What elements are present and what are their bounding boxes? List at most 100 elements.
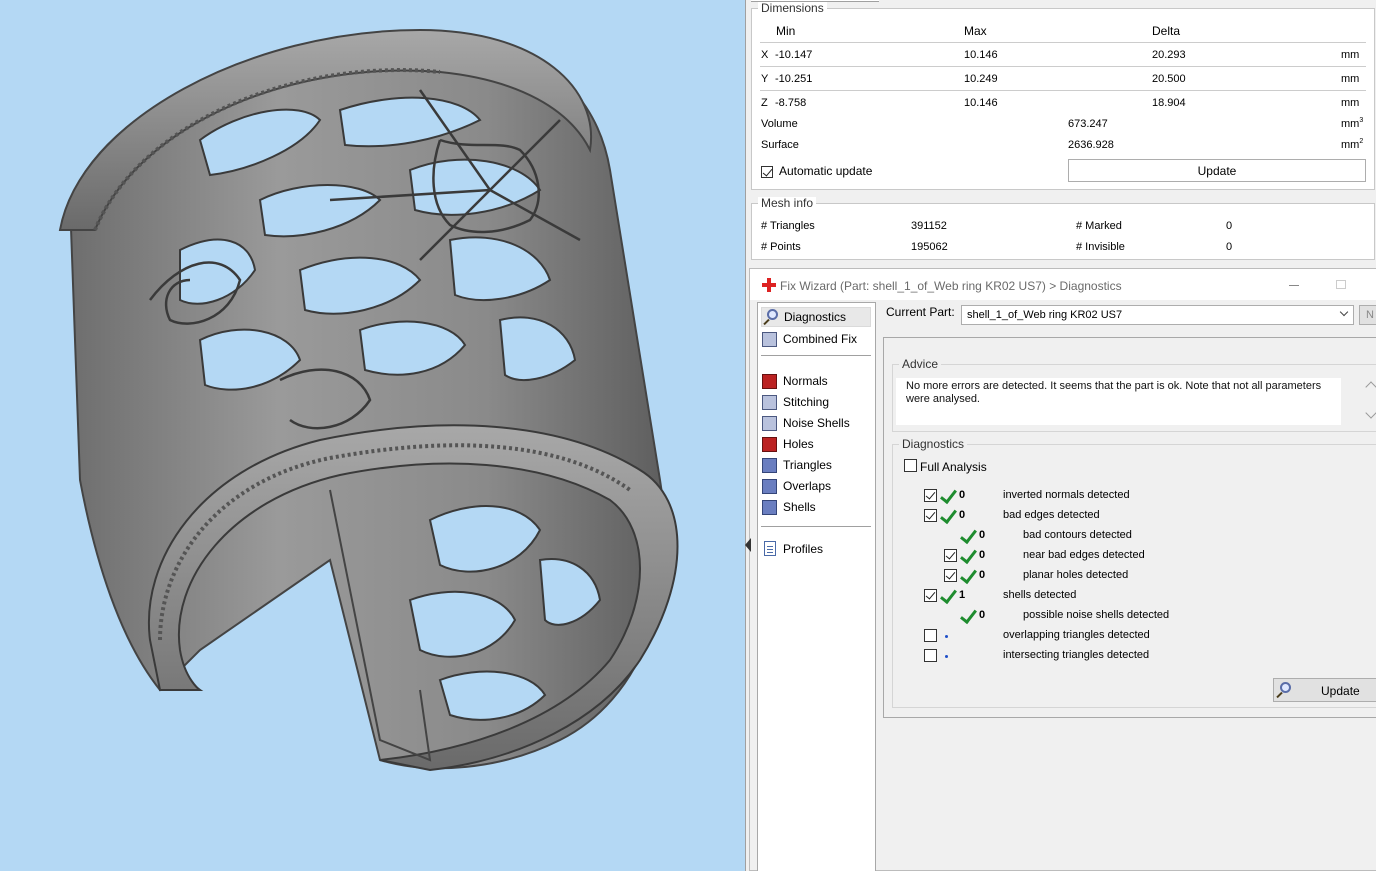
check-ok-icon xyxy=(959,608,977,624)
check-ok-icon xyxy=(939,508,957,524)
diagnostics-title: Diagnostics xyxy=(899,437,968,451)
nav-item-overlaps[interactable]: Overlaps xyxy=(761,476,871,496)
automatic-update-checkbox[interactable] xyxy=(761,166,773,178)
nav-label: Diagnostics xyxy=(784,310,847,324)
nav-item-stitching[interactable]: Stitching xyxy=(761,392,871,412)
points-label: # Points xyxy=(761,241,801,253)
col-max-header: Max xyxy=(964,24,987,38)
near-bad-edges-checkbox[interactable] xyxy=(944,549,957,562)
invisible-value: 0 xyxy=(1226,241,1233,253)
diagnostics-panel: Advice No more errors are detected. It s… xyxy=(883,337,1376,718)
check-ok-icon xyxy=(959,548,977,564)
x-delta-value: 20.293 xyxy=(1152,49,1186,61)
nav-label: Normals xyxy=(783,374,828,388)
triangles-icon xyxy=(761,456,779,474)
dimensions-update-button[interactable]: Update xyxy=(1068,159,1366,182)
pending-dot-icon xyxy=(945,655,948,658)
noise-shells-icon xyxy=(761,414,779,432)
automatic-update-label: Automatic update xyxy=(779,164,873,178)
tab-strip xyxy=(751,0,1376,2)
surface-unit: mm2 xyxy=(1341,138,1364,151)
fix-wizard-titlebar[interactable]: Fix Wizard (Part: shell_1_of_Web ring KR… xyxy=(750,269,1376,300)
volume-label: Volume xyxy=(761,118,798,130)
minimize-button[interactable] xyxy=(1289,285,1299,286)
nav-item-shells[interactable]: Shells xyxy=(761,497,871,517)
planar-holes-checkbox[interactable] xyxy=(944,569,957,582)
nav-divider xyxy=(761,526,871,527)
triangles-value: 391152 xyxy=(911,220,947,232)
shells-checkbox[interactable] xyxy=(924,589,937,602)
check-ok-icon xyxy=(959,568,977,584)
ring-model[interactable] xyxy=(0,0,745,871)
magnifier-icon xyxy=(762,308,780,326)
next-button[interactable]: N xyxy=(1359,305,1376,325)
advice-group: Advice No more errors are detected. It s… xyxy=(892,357,1376,432)
scroll-down-arrow[interactable] xyxy=(1365,407,1376,419)
bad-edges-checkbox[interactable] xyxy=(924,509,937,522)
diagnostics-update-button[interactable]: Update xyxy=(1273,678,1376,702)
magnifier-icon xyxy=(1280,682,1291,693)
nav-label: Combined Fix xyxy=(783,332,858,346)
pending-dot-icon xyxy=(945,635,948,638)
nav-divider xyxy=(761,355,871,356)
mesh-info-group: Mesh info # Triangles 391152 # Marked 0 … xyxy=(751,197,1375,260)
y-min-value: -10.251 xyxy=(775,73,813,85)
check-ok-icon xyxy=(939,488,957,504)
full-analysis-checkbox[interactable] xyxy=(904,459,917,472)
update-label: Update xyxy=(1321,684,1360,698)
wizard-nav: Diagnostics Combined Fix Normals Stitchi… xyxy=(757,302,876,871)
bad-contours-text: bad contours detected xyxy=(1023,529,1132,541)
x-max-value: 10.146 xyxy=(964,49,998,61)
marked-label: # Marked xyxy=(1076,220,1122,232)
z-axis-label: Z xyxy=(761,97,768,109)
intersecting-triangles-checkbox[interactable] xyxy=(924,649,937,662)
holes-icon xyxy=(761,435,779,453)
bad-edges-count: 0 xyxy=(959,509,966,521)
z-max-value: 10.146 xyxy=(964,97,998,109)
current-part-select[interactable]: shell_1_of_Web ring KR02 US7 xyxy=(961,305,1354,325)
overlapping-triangles-checkbox[interactable] xyxy=(924,629,937,642)
col-min-header: Min xyxy=(776,24,796,38)
nav-label: Noise Shells xyxy=(783,416,850,430)
dimensions-group: Dimensions Min Max Delta X -10.147 10.14… xyxy=(751,2,1375,190)
diagnostics-group: Diagnostics Full Analysis 0 inverted nor… xyxy=(892,437,1376,708)
planar-holes-text: planar holes detected xyxy=(1023,569,1129,581)
check-ok-icon xyxy=(959,528,977,544)
x-min-value: -10.147 xyxy=(775,49,813,61)
nav-item-combined-fix[interactable]: Combined Fix xyxy=(761,329,871,349)
nav-item-diagnostics[interactable]: Diagnostics xyxy=(761,307,871,327)
bad-contours-count: 0 xyxy=(979,529,986,541)
noise-shells-count: 0 xyxy=(979,609,986,621)
surface-label: Surface xyxy=(761,139,799,151)
invisible-label: # Invisible xyxy=(1076,241,1125,253)
nav-label: Shells xyxy=(783,500,816,514)
combined-fix-icon xyxy=(761,330,779,348)
nav-item-holes[interactable]: Holes xyxy=(761,434,871,454)
maximize-button[interactable] xyxy=(1336,280,1346,289)
3d-viewport[interactable] xyxy=(0,0,745,871)
inverted-normals-checkbox[interactable] xyxy=(924,489,937,502)
bad-edges-text: bad edges detected xyxy=(1003,509,1100,521)
nav-label: Triangles xyxy=(783,458,832,472)
scroll-up-arrow[interactable] xyxy=(1365,381,1376,393)
z-min-value: -8.758 xyxy=(775,97,807,109)
nav-item-profiles[interactable]: Profiles xyxy=(761,539,871,559)
near-bad-edges-count: 0 xyxy=(979,549,986,561)
intersecting-triangles-text: intersecting triangles detected xyxy=(1003,649,1150,661)
dimensions-title: Dimensions xyxy=(758,2,827,15)
col-delta-header: Delta xyxy=(1152,24,1181,38)
document-icon xyxy=(761,540,779,558)
surface-value: 2636.928 xyxy=(1068,139,1114,151)
inverted-normals-text: inverted normals detected xyxy=(1003,489,1130,501)
overlaps-icon xyxy=(761,477,779,495)
advice-title: Advice xyxy=(899,357,942,371)
full-analysis-label: Full Analysis xyxy=(920,460,987,474)
nav-item-noise-shells[interactable]: Noise Shells xyxy=(761,413,871,433)
advice-text: No more errors are detected. It seems th… xyxy=(896,378,1341,425)
splitter-collapse-arrow[interactable] xyxy=(745,538,751,552)
stitching-icon xyxy=(761,393,779,411)
nav-item-normals[interactable]: Normals xyxy=(761,371,871,391)
mesh-info-title: Mesh info xyxy=(758,197,817,210)
shells-count: 1 xyxy=(959,589,966,601)
nav-item-triangles[interactable]: Triangles xyxy=(761,455,871,475)
